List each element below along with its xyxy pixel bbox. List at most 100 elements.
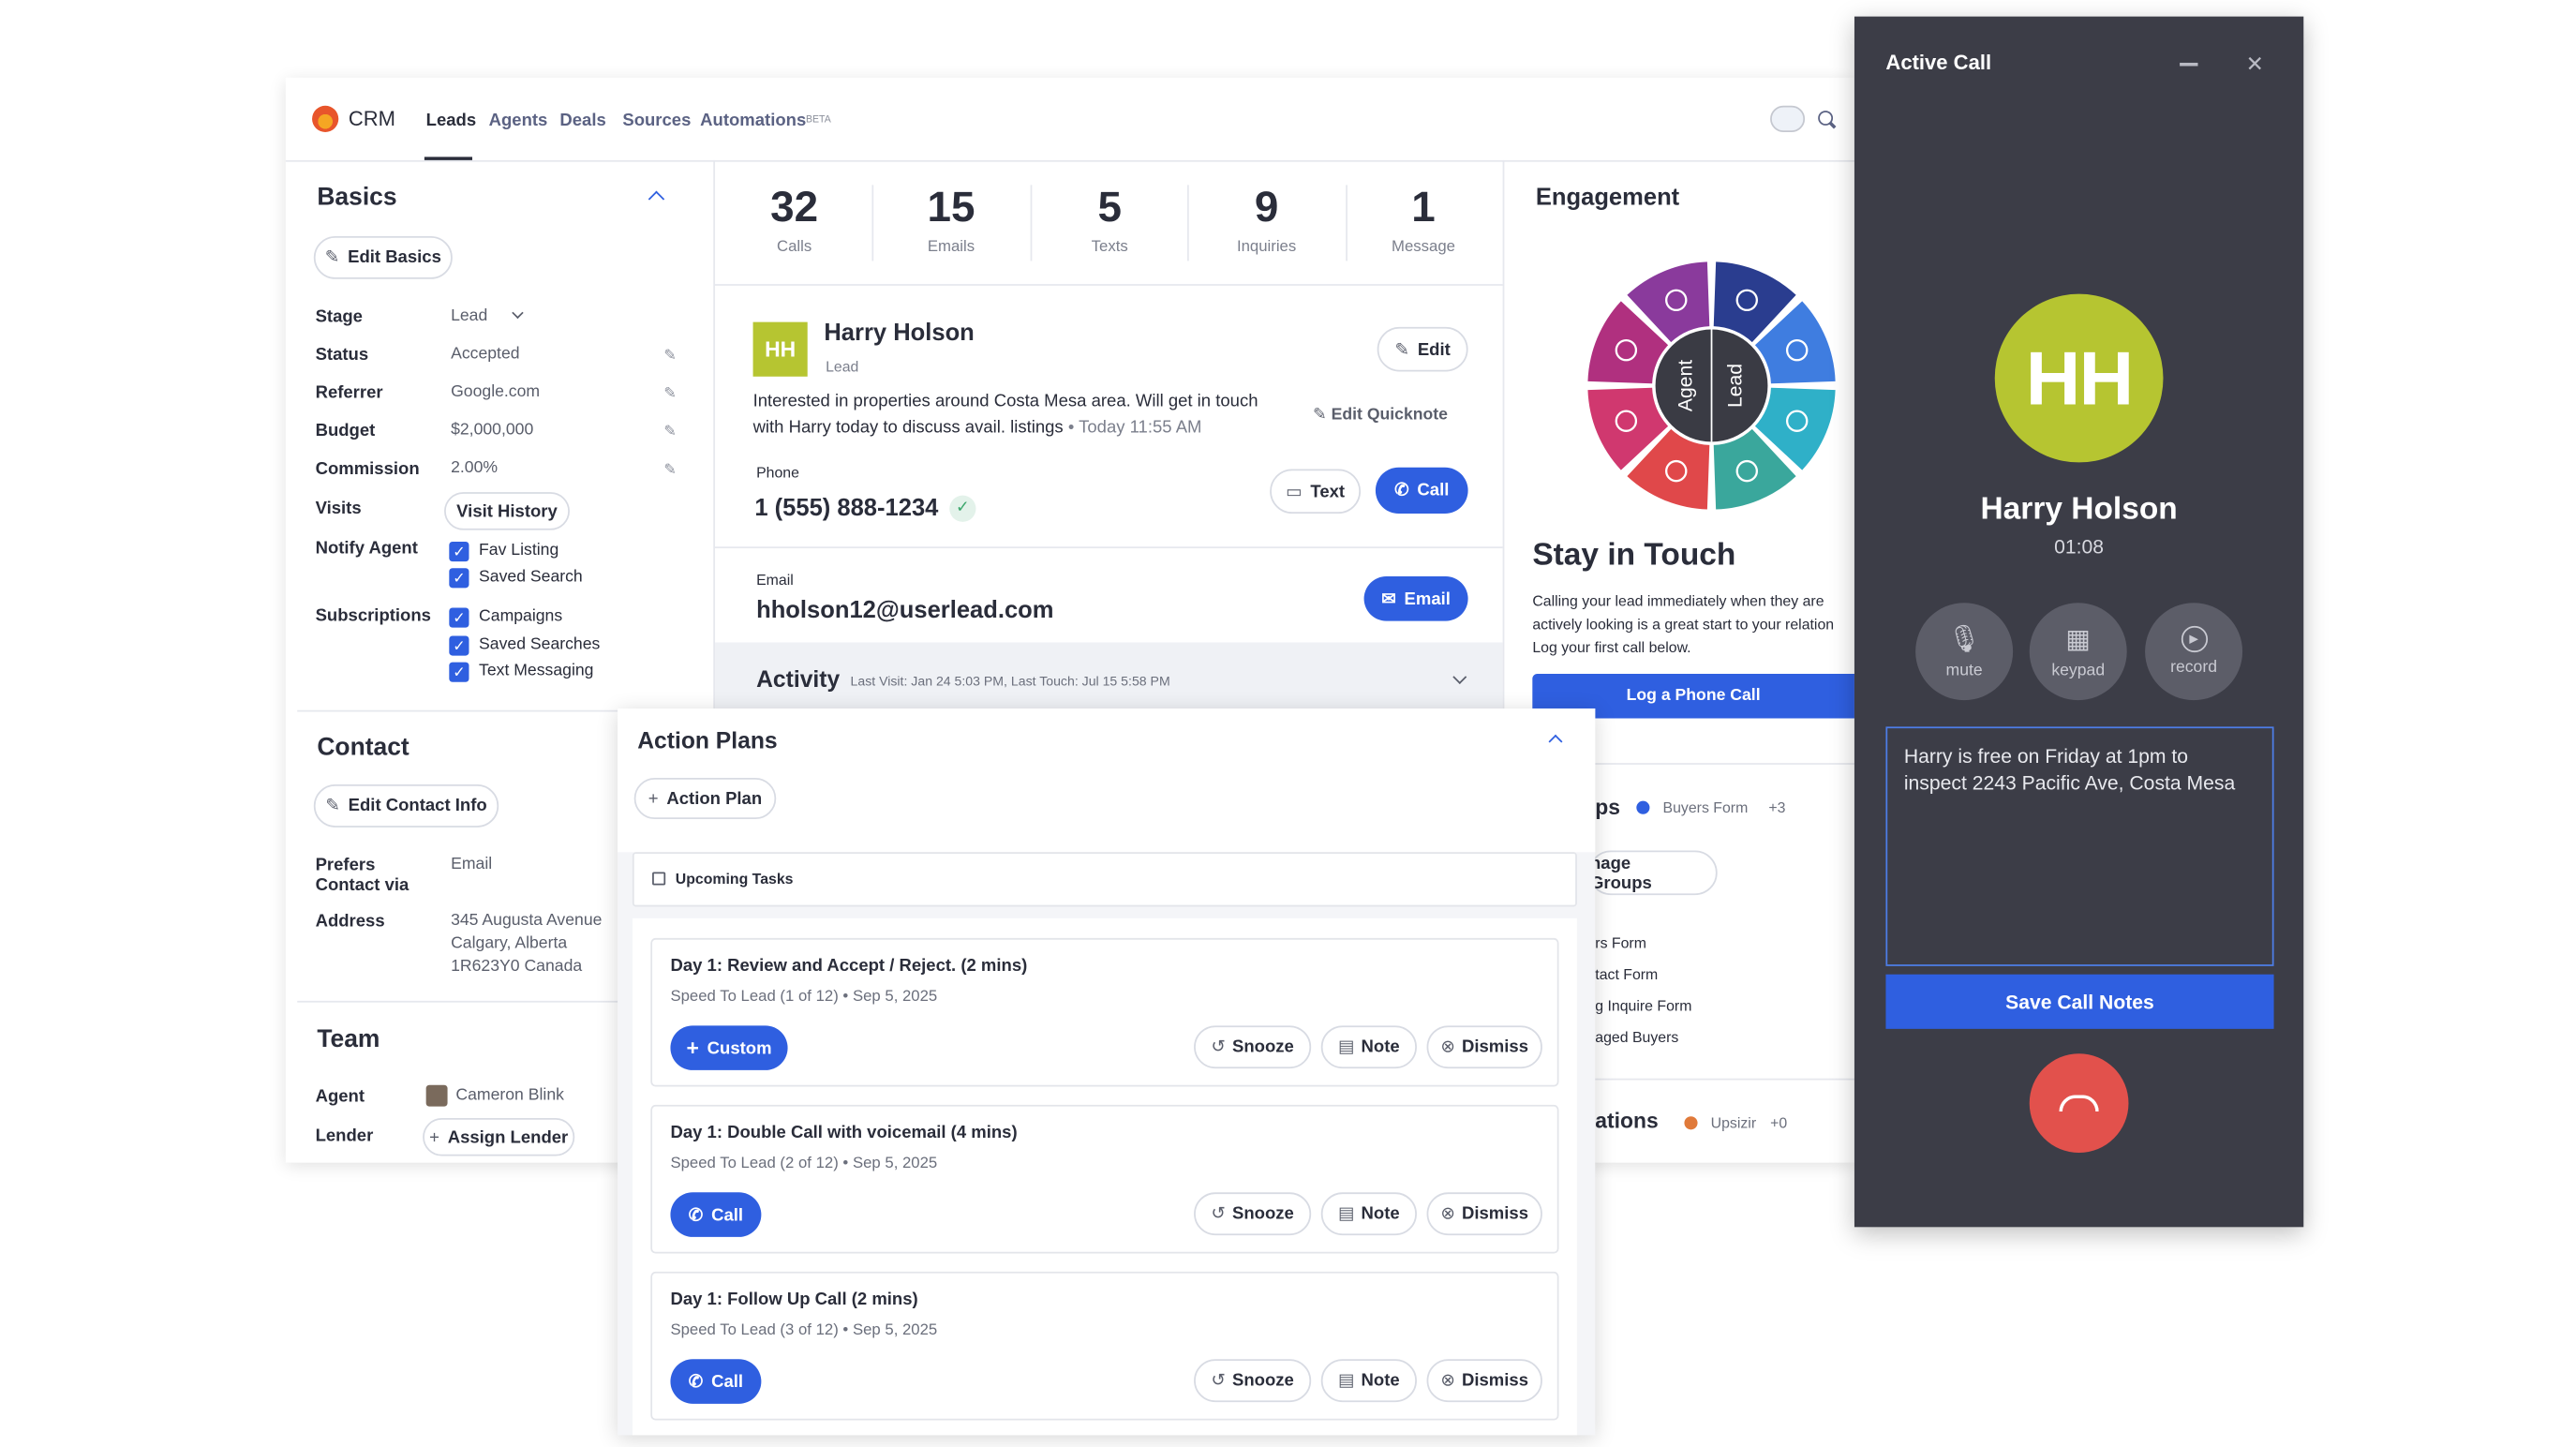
task-card: Day 1: Review and Accept / Reject. (2 mi… [650, 937, 1559, 1087]
email-button-label: Email [1404, 589, 1451, 609]
call-button-label: Call [711, 1204, 744, 1225]
stat-inquiries[interactable]: 9 Inquiries [1192, 182, 1341, 256]
activity-title: Activity [756, 665, 841, 693]
edit-quicknote-link[interactable]: ✎ Edit Quicknote [1313, 407, 1448, 425]
text-button[interactable]: ▭ Text [1270, 469, 1362, 515]
edit-basics-label: Edit Basics [348, 247, 441, 268]
integrations-title-fragment: ations [1595, 1108, 1659, 1133]
visit-history-button[interactable]: Visit History [444, 492, 570, 530]
edit-contact-info-button[interactable]: ✎ Edit Contact Info [313, 784, 499, 828]
dismiss-button[interactable]: ⊗ Dismiss [1426, 1359, 1542, 1403]
plus-icon: + [429, 1126, 439, 1147]
snooze-label: Snooze [1232, 1370, 1294, 1391]
integrations-more-count: +0 [1770, 1114, 1788, 1132]
referrer-value: Google.com [451, 382, 541, 402]
close-icon[interactable]: ✕ [2246, 52, 2264, 78]
email-address[interactable]: hholson12@userlead.com [756, 598, 1053, 624]
phone-icon: ✆ [688, 1371, 704, 1392]
edit-status-icon[interactable]: ✎ [663, 347, 676, 365]
dismiss-label: Dismiss [1462, 1370, 1528, 1391]
email-button[interactable]: ✉ Email [1363, 576, 1468, 621]
hang-up-icon [2059, 1095, 2099, 1111]
call-notes-textarea[interactable]: Harry is free on Friday at 1pm to inspec… [1885, 726, 2274, 966]
snooze-button[interactable]: ↺ Snooze [1194, 1192, 1312, 1236]
dismiss-button[interactable]: ⊗ Dismiss [1426, 1192, 1542, 1236]
commission-label: Commission [315, 458, 420, 480]
phone-divider [715, 546, 1503, 549]
stage-value[interactable]: Lead [451, 307, 487, 325]
add-action-plan-button[interactable]: + Action Plan [633, 777, 777, 820]
note-label: Note [1361, 1203, 1400, 1224]
stat-emails-label: Emails [927, 237, 975, 257]
campaigns-checkbox[interactable]: ✓ [449, 607, 469, 628]
edit-referrer-icon[interactable]: ✎ [663, 385, 676, 403]
team-divider [297, 1000, 619, 1003]
call-button[interactable]: ✆ Call [670, 1192, 762, 1237]
note-button[interactable]: ▤ Note [1320, 1359, 1417, 1403]
agent-name: Cameron Blink [455, 1086, 564, 1105]
mute-mic-icon: 🎙︎ [1947, 625, 1982, 654]
mute-button[interactable]: 🎙︎ mute [1915, 603, 2014, 701]
engagement-wheel[interactable]: Agent Lead [1586, 261, 1836, 510]
stat-emails[interactable]: 15 Emails [877, 182, 1026, 256]
verified-check-icon: ✓ [949, 495, 976, 522]
nav-tab-sources[interactable]: Sources [622, 111, 691, 130]
hang-up-button[interactable] [2029, 1053, 2129, 1154]
note-button[interactable]: ▤ Note [1320, 1192, 1417, 1236]
custom-button[interactable]: + Custom [670, 1025, 788, 1070]
nav-tab-automations[interactable]: Automations [700, 111, 806, 130]
group-item-3: g Inquire Form [1595, 997, 1692, 1014]
agent-avatar [425, 1084, 448, 1107]
address-line-1: 345 Augusta Avenue [451, 911, 603, 931]
nav-tab-leads[interactable]: Leads [426, 111, 476, 130]
edit-basics-button[interactable]: ✎ Edit Basics [313, 235, 453, 279]
nav-tab-agents[interactable]: Agents [489, 111, 548, 130]
email-label: Email [756, 571, 794, 589]
caller-name: Harry Holson [1980, 492, 2178, 528]
phone-number[interactable]: 1 (555) 888-1234 [754, 496, 938, 522]
assign-lender-label: Assign Lender [447, 1126, 569, 1147]
groups-title-fragment: ps [1595, 794, 1621, 820]
stat-texts[interactable]: 5 Texts [1035, 182, 1184, 256]
status-value: Accepted [451, 345, 520, 364]
minimize-icon[interactable] [2180, 62, 2198, 66]
edit-commission-icon[interactable]: ✎ [663, 461, 676, 479]
saved-search-label: Saved Search [479, 568, 583, 587]
note-button[interactable]: ▤ Note [1320, 1025, 1417, 1069]
saved-search-checkbox[interactable]: ✓ [449, 568, 469, 589]
buyers-form-dot [1636, 800, 1650, 814]
snooze-button[interactable]: ↺ Snooze [1194, 1025, 1312, 1069]
stat-texts-number: 5 [1097, 181, 1122, 231]
task-subtitle: Speed To Lead (3 of 12) • Sep 5, 2025 [670, 1320, 938, 1340]
subscriptions-label: Subscriptions [315, 605, 431, 626]
dismiss-button[interactable]: ⊗ Dismiss [1426, 1025, 1542, 1069]
assign-lender-button[interactable]: + Assign Lender [423, 1118, 575, 1156]
edit-contact-label: Edit Contact Info [348, 796, 487, 816]
record-button[interactable]: ▶ record [2145, 603, 2243, 701]
keypad-button[interactable]: ▦ keypad [2029, 603, 2127, 701]
quicknote-line-2: with Harry today to discuss avail. listi… [753, 418, 1202, 438]
nav-tab-deals[interactable]: Deals [559, 111, 605, 130]
fav-listing-checkbox[interactable]: ✓ [449, 542, 469, 562]
text-messaging-checkbox[interactable]: ✓ [449, 662, 469, 682]
call-button[interactable]: ✆ Call [1375, 467, 1468, 515]
task-subtitle: Speed To Lead (2 of 12) • Sep 5, 2025 [670, 1154, 938, 1173]
stat-texts-label: Texts [1091, 237, 1128, 257]
snooze-button[interactable]: ↺ Snooze [1194, 1359, 1312, 1403]
task-title: Day 1: Follow Up Call (2 mins) [670, 1290, 918, 1310]
stat-calls[interactable]: 32 Calls [720, 182, 869, 256]
agent-label: Agent [315, 1086, 365, 1107]
edit-lead-button[interactable]: ✎ Edit [1377, 326, 1468, 372]
saved-searches-checkbox[interactable]: ✓ [449, 635, 469, 656]
pencil-icon: ✎ [325, 796, 340, 816]
call-button[interactable]: ✆ Call [670, 1359, 762, 1404]
stay-in-touch-title: Stay in Touch [1532, 538, 1736, 574]
edit-budget-icon[interactable]: ✎ [663, 423, 676, 440]
manage-groups-button[interactable]: nage Groups [1588, 850, 1718, 896]
stat-messages[interactable]: 1 Message [1349, 182, 1498, 256]
save-call-notes-button[interactable]: Save Call Notes [1885, 974, 2274, 1029]
keypad-grid-icon: ▦ [2065, 625, 2092, 654]
user-avatar-icon[interactable] [1770, 105, 1806, 132]
phone-label: Phone [756, 464, 799, 481]
stats-divider [715, 284, 1503, 286]
